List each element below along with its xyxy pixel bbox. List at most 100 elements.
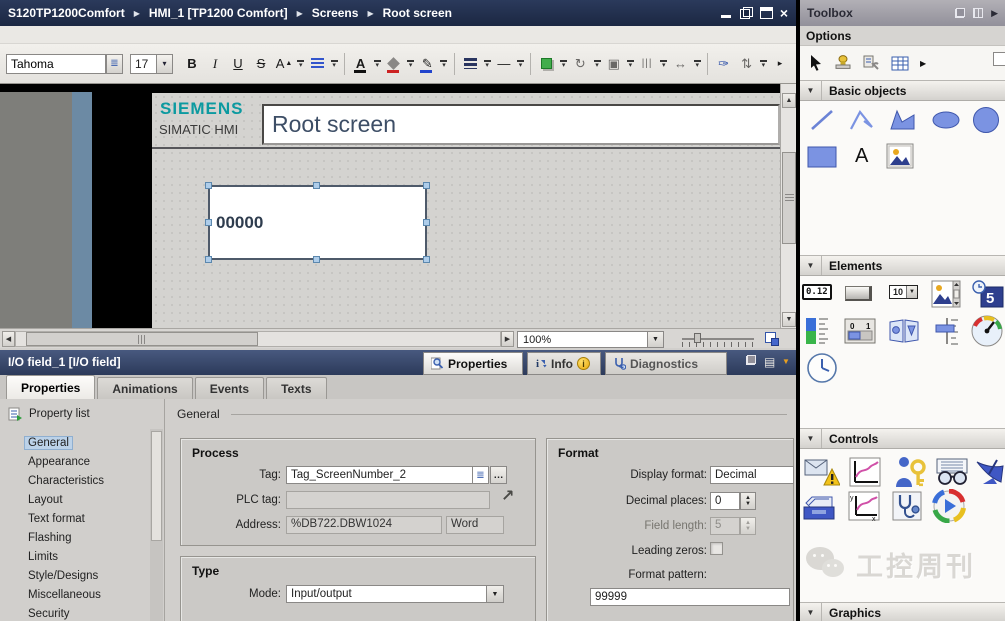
scroll-down-icon[interactable]: ▼ <box>782 312 796 327</box>
text-field-tool[interactable]: A <box>855 145 868 168</box>
resize-handle[interactable] <box>205 219 212 226</box>
resize-dropdown[interactable]: ▾ <box>694 53 701 75</box>
table-grid-icon[interactable] <box>891 56 909 71</box>
rotate-dropdown[interactable]: ▾ <box>593 53 600 75</box>
resize-handle[interactable] <box>205 182 212 189</box>
bold-button[interactable]: B <box>182 53 202 75</box>
tab-diagnostics[interactable]: Diagnostics <box>605 352 727 375</box>
font-family-list-icon[interactable]: ≣ <box>106 54 123 74</box>
trend-view-tool[interactable] <box>849 457 881 487</box>
strikethrough-button[interactable]: S <box>251 53 271 75</box>
system-diagnostics-tool[interactable] <box>892 491 922 521</box>
chevron-down-icon[interactable]: ▼ <box>800 256 822 275</box>
polygon-tool[interactable] <box>888 107 918 133</box>
property-item-limits[interactable]: Limits <box>0 547 148 566</box>
leading-zeros-checkbox[interactable] <box>710 542 723 555</box>
switch-tool[interactable]: 01 <box>844 318 876 344</box>
decimal-places-input[interactable]: 0 <box>710 492 740 510</box>
user-view-tool[interactable] <box>893 455 927 487</box>
resize-handle[interactable] <box>313 182 320 189</box>
property-item-general[interactable]: General <box>0 433 148 452</box>
decimal-places-spinner[interactable]: ▲▼ <box>740 492 756 510</box>
breadcrumb-device[interactable]: HMI_1 [TP1200 Comfort] <box>149 6 288 20</box>
zoom-combo[interactable]: 100% ▼ <box>517 331 664 348</box>
address-value[interactable]: %DB722.DBW1024 <box>286 516 442 534</box>
text-align-button[interactable] <box>307 53 327 75</box>
font-family-input[interactable] <box>6 54 106 74</box>
resize-handle[interactable] <box>423 256 430 263</box>
background-color-button[interactable] <box>384 53 404 75</box>
maximize-icon[interactable] <box>760 7 773 19</box>
symbolic-io-field-tool[interactable]: 10▼ <box>889 285 918 299</box>
ellipse-tool[interactable] <box>930 109 962 131</box>
go-to-plc-tag-icon[interactable]: ↗ <box>501 486 514 506</box>
subtab-properties[interactable]: Properties <box>6 375 95 399</box>
canvas-vertical-scrollbar[interactable]: ▲ ▼ <box>780 84 796 328</box>
tag-input[interactable] <box>286 466 473 484</box>
horizontal-scroll-track[interactable] <box>15 331 501 347</box>
slider-tool[interactable] <box>934 316 960 346</box>
html-browser-tool[interactable] <box>975 456 1005 486</box>
layer-order-button[interactable]: ⇅ <box>737 53 757 75</box>
alarm-view-tool[interactable] <box>804 457 840 487</box>
tab-properties-main[interactable]: Properties <box>423 352 523 375</box>
fill-style-dropdown[interactable]: ▾ <box>560 53 567 75</box>
vertical-scroll-thumb[interactable] <box>782 152 796 244</box>
fit-to-screen-icon[interactable] <box>764 331 780 347</box>
property-item-layout[interactable]: Layout <box>0 490 148 509</box>
font-size-dropdown[interactable]: ▾ <box>297 53 304 75</box>
fx-trend-view-tool[interactable]: yx <box>848 491 880 521</box>
resize-handle[interactable] <box>313 256 320 263</box>
align-objects-dropdown[interactable]: ▾ <box>627 53 634 75</box>
section-graphics[interactable]: ▼ Graphics <box>800 602 1005 621</box>
clock-tool[interactable] <box>806 352 838 384</box>
zoom-dropdown-icon[interactable]: ▼ <box>647 332 663 347</box>
font-size-dropdown-icon[interactable]: ▾ <box>156 54 173 74</box>
breadcrumb-screens[interactable]: Screens <box>312 6 359 20</box>
resize-button[interactable]: ↔ <box>671 53 691 75</box>
resize-handle[interactable] <box>205 256 212 263</box>
property-item-flashing[interactable]: Flashing <box>0 528 148 547</box>
breadcrumb-project[interactable]: S120TP1200Comfort <box>8 6 125 20</box>
address-type-value[interactable]: Word <box>446 516 504 534</box>
rectangle-tool[interactable] <box>806 145 838 169</box>
date-time-field-tool[interactable]: 5 <box>972 280 1004 308</box>
property-item-characteristics[interactable]: Characteristics <box>0 471 148 490</box>
chevron-down-icon[interactable]: ▼ <box>800 603 822 621</box>
font-size-value[interactable]: 17 <box>130 54 156 74</box>
property-item-styles-designs[interactable]: Style/Designs <box>0 566 148 585</box>
bar-tool[interactable] <box>802 316 832 346</box>
select-cursor-icon[interactable] <box>809 55 823 71</box>
close-icon[interactable]: × <box>780 7 788 19</box>
line-weight-dropdown[interactable]: ▾ <box>517 53 524 75</box>
graphic-io-field-tool[interactable] <box>931 280 961 308</box>
io-field-object[interactable]: 00000 <box>208 185 427 260</box>
pane-list-icon[interactable]: ▤ <box>764 355 775 369</box>
section-controls[interactable]: ▼ Controls <box>800 428 1005 449</box>
toolbar-overflow-icon[interactable]: ▸ <box>770 53 790 75</box>
fill-style-button[interactable] <box>537 53 557 75</box>
screen-title-box[interactable]: Root screen <box>262 104 780 145</box>
mode-combo[interactable]: Input/output ▼ <box>286 585 504 603</box>
property-item-text-format[interactable]: Text format <box>0 509 148 528</box>
scroll-right-icon[interactable]: ▶ <box>501 331 514 347</box>
tab-info[interactable]: i Info i <box>527 352 601 375</box>
circle-tool[interactable] <box>971 105 1001 135</box>
stamp-icon[interactable] <box>834 55 852 71</box>
minimize-icon[interactable] <box>720 7 733 19</box>
border-color-dropdown[interactable]: ▾ <box>440 53 447 75</box>
mode-dropdown-icon[interactable]: ▼ <box>486 586 503 602</box>
font-color-button[interactable]: A <box>351 53 371 75</box>
recipe-archive-tool[interactable] <box>802 493 838 521</box>
recipe-view-tool[interactable] <box>933 458 971 486</box>
hmi-screen[interactable]: SIEMENS SIMATIC HMI Root screen 00000 <box>152 93 780 328</box>
property-item-security[interactable]: Security <box>0 604 148 621</box>
graphic-view-tool[interactable] <box>886 143 914 169</box>
collapse-pane-icon[interactable]: ▼ <box>782 357 790 366</box>
chevron-down-icon[interactable]: ▼ <box>800 81 822 100</box>
io-field-tool[interactable]: 0.12 <box>802 284 832 300</box>
media-player-tool[interactable] <box>932 489 966 523</box>
background-color-dropdown[interactable]: ▾ <box>407 53 414 75</box>
screen-canvas[interactable]: SIEMENS SIMATIC HMI Root screen 00000 ▲ … <box>0 84 796 328</box>
property-item-appearance[interactable]: Appearance <box>0 452 148 471</box>
